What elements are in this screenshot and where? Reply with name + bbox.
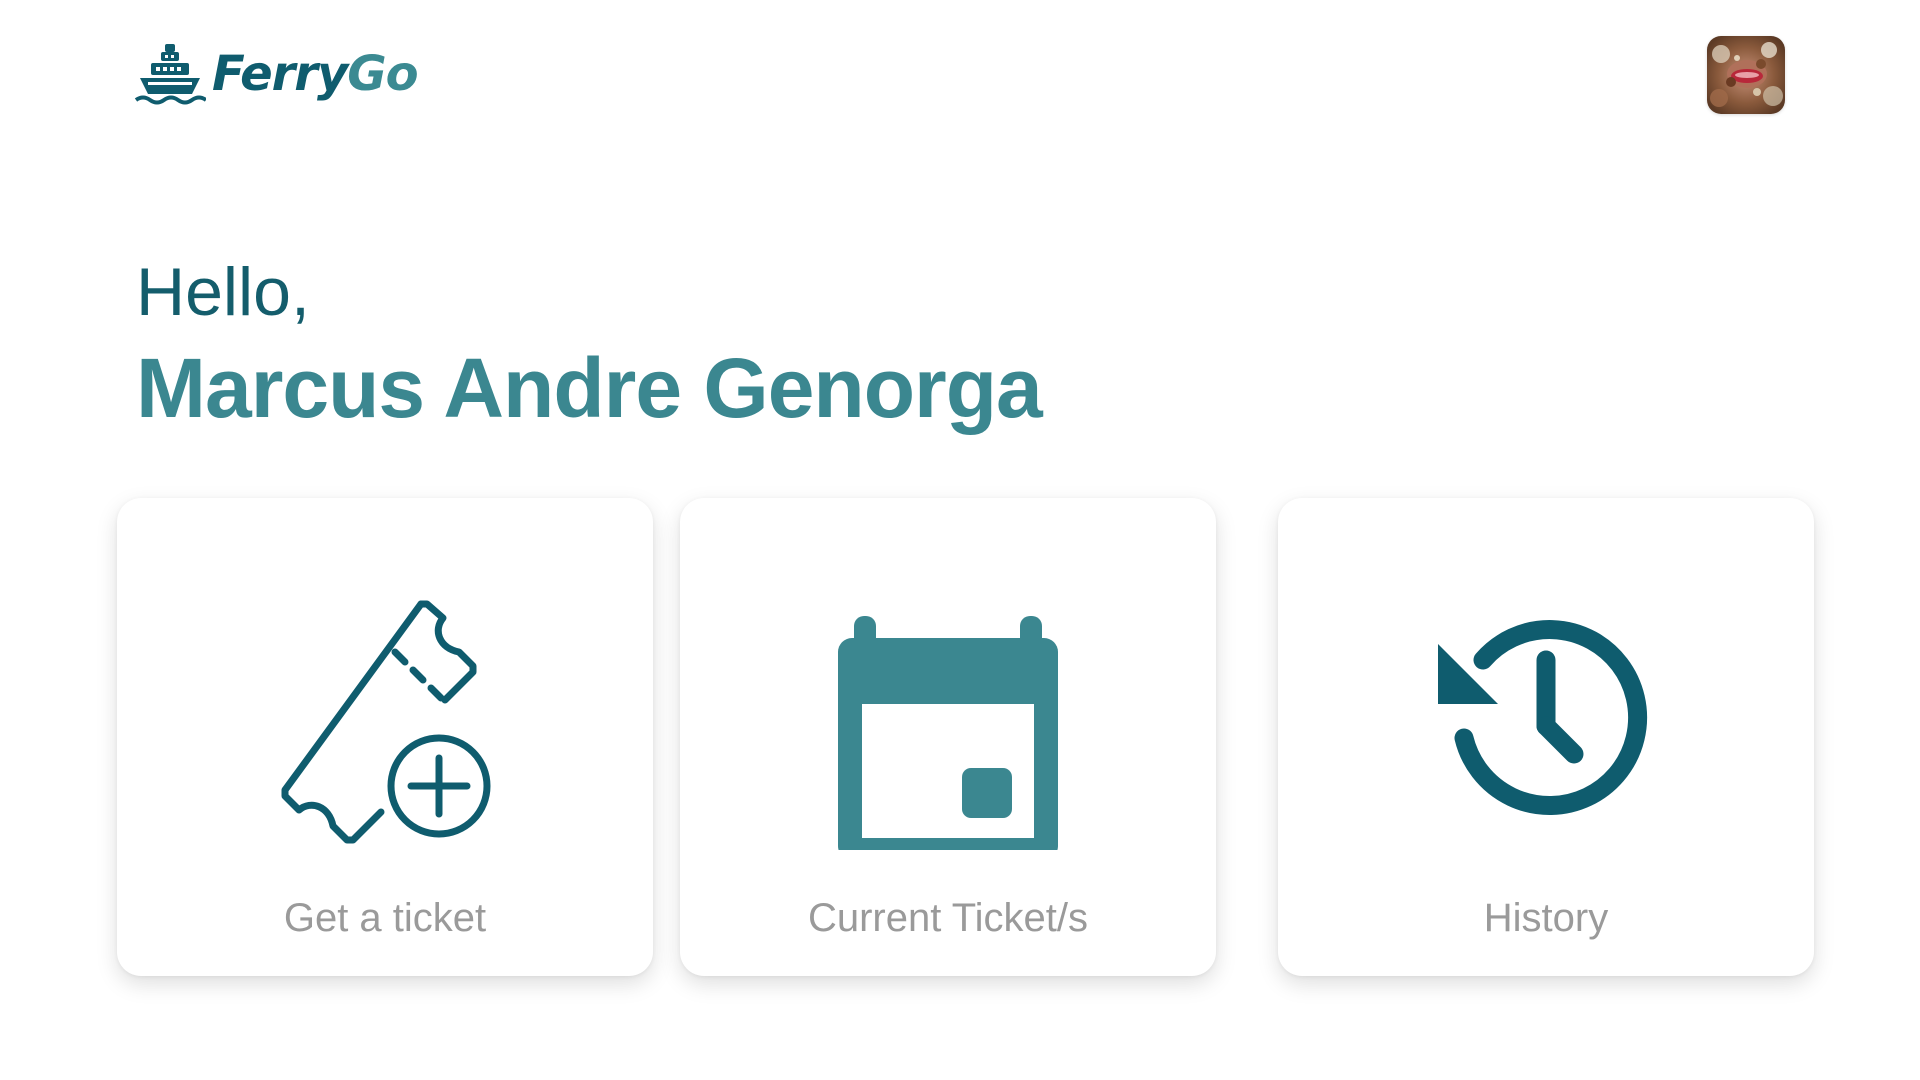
current-tickets-label: Current Ticket/s bbox=[807, 896, 1089, 940]
brand-name: FerryGo bbox=[212, 50, 419, 98]
user-full-name: Marcus Andre Genorga bbox=[136, 341, 1043, 435]
calendar-icon bbox=[818, 590, 1078, 850]
user-avatar[interactable] bbox=[1707, 36, 1785, 114]
ferrygo-logo[interactable]: FerryGo bbox=[134, 38, 419, 110]
brand-name-part1: Ferry bbox=[212, 46, 348, 102]
current-tickets-card[interactable]: Current Ticket/s bbox=[680, 498, 1216, 976]
greeting-section: Hello, Marcus Andre Genorga bbox=[136, 254, 1043, 435]
ticket-add-icon bbox=[255, 590, 515, 850]
history-label: History bbox=[1483, 896, 1609, 940]
top-bar: FerryGo bbox=[0, 0, 1920, 150]
ship-icon bbox=[134, 44, 206, 105]
get-ticket-label: Get a ticket bbox=[283, 896, 487, 940]
action-cards: Get a ticket Current Ticket/s History bbox=[0, 498, 1920, 978]
get-ticket-card[interactable]: Get a ticket bbox=[117, 498, 653, 976]
avatar-image bbox=[1707, 36, 1785, 114]
greeting-hello: Hello, bbox=[136, 254, 310, 330]
home-page: FerryGo Hello, Marcus Andre Genorga Get … bbox=[0, 0, 1920, 1080]
history-icon bbox=[1416, 590, 1676, 850]
brand-name-part2: Go bbox=[347, 46, 418, 102]
history-card[interactable]: History bbox=[1278, 498, 1814, 976]
